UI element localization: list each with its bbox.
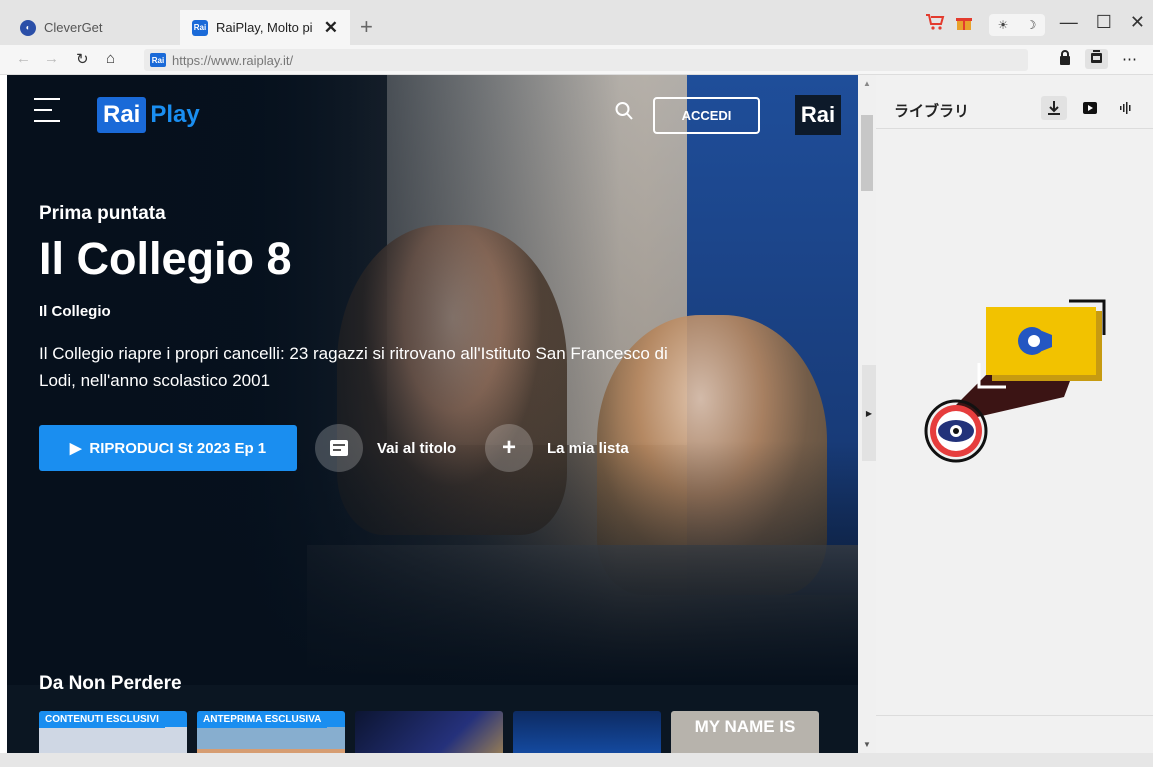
- library-header: ライブラリ: [876, 75, 1153, 129]
- login-button[interactable]: ACCEDI: [653, 97, 760, 134]
- content-card[interactable]: ANTEPRIMA ESCLUSIVA: [197, 711, 345, 753]
- url-text: https://www.raiplay.it/: [172, 52, 294, 68]
- close-tab-icon[interactable]: ✕: [324, 18, 338, 38]
- content-card[interactable]: [513, 711, 661, 753]
- video-icon[interactable]: [1077, 96, 1103, 120]
- content-card[interactable]: [355, 711, 503, 753]
- goto-title-button[interactable]: Vai al titolo: [315, 424, 457, 472]
- my-list-label: La mia lista: [547, 439, 629, 457]
- tab-raiplay[interactable]: Rai RaiPlay, Molto pi ✕: [180, 10, 350, 45]
- tab-label: CleverGet: [44, 20, 103, 35]
- theme-toggle[interactable]: ☀ ☽: [989, 13, 1045, 36]
- address-bar: ← → ↻ ⌂ Rai https://www.raiplay.it/ ⋯: [0, 45, 1153, 75]
- card-badge: ANTEPRIMA ESCLUSIVA: [197, 711, 328, 728]
- goto-title-label: Vai al titolo: [377, 439, 457, 457]
- add-to-list-button[interactable]: + La mia lista: [485, 424, 629, 472]
- section-title: Da Non Perdere: [39, 673, 182, 694]
- rai-channel-logo[interactable]: Rai: [795, 95, 841, 135]
- content-card[interactable]: MY NAME IS: [671, 711, 819, 753]
- audio-icon[interactable]: [1113, 96, 1139, 120]
- address-actions: ⋯: [1059, 49, 1137, 69]
- url-field[interactable]: Rai https://www.raiplay.it/: [144, 49, 1028, 71]
- menu-icon[interactable]: [34, 98, 60, 122]
- back-icon[interactable]: ←: [16, 50, 31, 67]
- scroll-down-icon[interactable]: ▼: [863, 740, 871, 749]
- hero-title: Il Collegio 8: [39, 233, 292, 284]
- library-title: ライブラリ: [894, 103, 970, 120]
- library-footer: [876, 715, 1153, 716]
- play-icon: ▶: [69, 440, 82, 457]
- forward-icon[interactable]: →: [44, 50, 59, 67]
- download-video-icon[interactable]: [1085, 49, 1108, 69]
- gift-icon[interactable]: [955, 13, 973, 36]
- tab-cleverget[interactable]: ◐ CleverGet: [8, 10, 176, 45]
- tab-bar: ◐ CleverGet Rai RaiPlay, Molto pi ✕ + ☀ …: [0, 0, 1153, 45]
- new-tab-icon[interactable]: +: [360, 14, 373, 40]
- window-controls: — ☐ ✕: [1060, 12, 1145, 33]
- collapse-panel-icon[interactable]: ▶: [862, 365, 876, 461]
- tab-label: RaiPlay, Molto pi: [216, 20, 313, 35]
- hero-description: Il Collegio riapre i propri cancelli: 23…: [39, 344, 668, 390]
- empty-library-illustration: [914, 297, 1114, 477]
- search-icon[interactable]: [615, 101, 633, 123]
- clever-icon: ◐: [20, 19, 36, 36]
- vertical-scrollbar[interactable]: ▲ ▶ ▼: [858, 75, 876, 753]
- moon-icon: ☽: [1025, 17, 1037, 32]
- library-panel: ライブラリ: [876, 75, 1153, 753]
- reload-icon[interactable]: ↻: [76, 50, 89, 68]
- close-window-icon[interactable]: ✕: [1130, 12, 1145, 33]
- logo-play: Play: [150, 101, 200, 128]
- lock-icon[interactable]: [1059, 49, 1071, 69]
- scrollbar-thumb[interactable]: [861, 115, 873, 191]
- logo-rai: Rai: [97, 97, 147, 133]
- rai-favicon-icon: Rai: [192, 19, 208, 36]
- card-badge: CONTENUTI ESCLUSIVI: [39, 711, 165, 728]
- content-row: CONTENUTI ESCLUSIVI ANTEPRIMA ESCLUSIVA …: [39, 711, 819, 753]
- hero-subtitle[interactable]: Il Collegio: [39, 303, 111, 320]
- play-button[interactable]: ▶ RIPRODUCI St 2023 Ep 1: [39, 425, 297, 471]
- raiplay-logo[interactable]: Rai Play: [97, 95, 200, 135]
- plus-icon: +: [485, 424, 533, 472]
- card-text: MY NAME IS: [694, 717, 796, 736]
- more-options-icon[interactable]: ⋯: [1122, 50, 1137, 68]
- hero-eyebrow: Prima puntata: [39, 203, 166, 224]
- cart-icon[interactable]: [925, 13, 945, 36]
- web-content: Rai Play ACCEDI Rai Prima puntata Il Col…: [7, 75, 858, 753]
- home-icon[interactable]: ⌂: [106, 50, 115, 67]
- minimize-icon[interactable]: —: [1060, 12, 1078, 33]
- content-card[interactable]: CONTENUTI ESCLUSIVI: [39, 711, 187, 753]
- scroll-up-icon[interactable]: ▲: [863, 79, 871, 88]
- maximize-icon[interactable]: ☐: [1096, 12, 1112, 33]
- sun-icon: ☀: [997, 17, 1009, 32]
- details-icon: [315, 424, 363, 472]
- play-label: RIPRODUCI St 2023 Ep 1: [89, 439, 267, 457]
- rai-favicon-icon: Rai: [150, 53, 166, 67]
- toolbar-extras: ☀ ☽: [925, 13, 1045, 36]
- library-tabs: [1041, 96, 1139, 120]
- status-bar: [0, 753, 1153, 767]
- download-icon[interactable]: [1041, 96, 1067, 120]
